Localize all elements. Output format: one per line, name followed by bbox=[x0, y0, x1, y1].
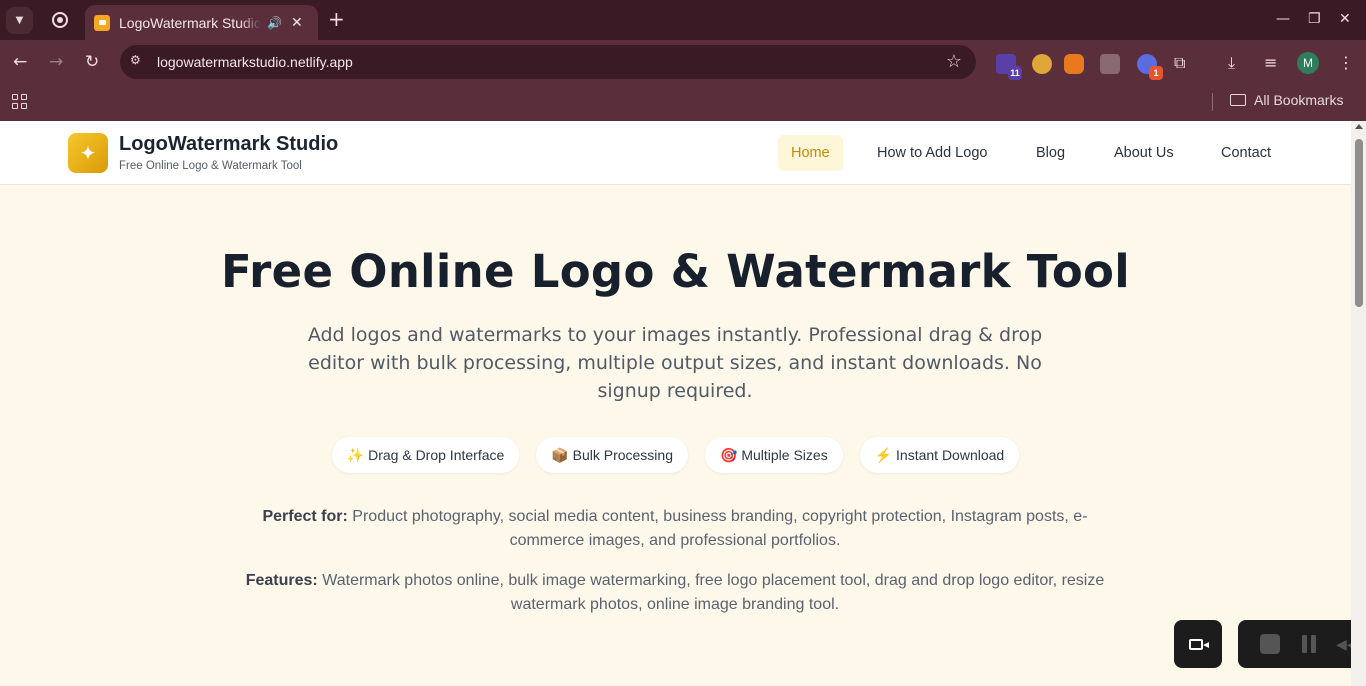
nav-contact[interactable]: Contact bbox=[1208, 135, 1284, 171]
tab-close-icon[interactable]: ✕ bbox=[291, 15, 305, 31]
reload-icon[interactable]: ↻ bbox=[85, 52, 99, 72]
tab-strip: ▼ LogoWatermark Studio 🔊 ✕ + — ❐ ✕ bbox=[0, 0, 1366, 40]
camera-extension-icon[interactable] bbox=[1100, 54, 1120, 74]
hero-title: Free Online Logo & Watermark Tool bbox=[221, 245, 1130, 298]
new-tab-button[interactable]: + bbox=[328, 9, 345, 29]
lightning-icon: ⚡ bbox=[874, 447, 893, 463]
media-controls-icon[interactable]: ≡ bbox=[1264, 53, 1277, 72]
close-window-icon[interactable]: ✕ bbox=[1339, 11, 1351, 27]
back-arrow-icon[interactable]: ← bbox=[13, 52, 27, 72]
features-text: Watermark photos online, bulk image wate… bbox=[317, 572, 1105, 613]
features-label: Features: bbox=[245, 572, 318, 589]
extensions-puzzle-icon[interactable]: ⧉ bbox=[1174, 53, 1185, 73]
site-header: ✦ LogoWatermark Studio Free Online Logo … bbox=[0, 121, 1351, 185]
scroll-up-arrow-icon[interactable] bbox=[1355, 124, 1363, 129]
feature-pill: 🎯 Multiple Sizes bbox=[705, 437, 843, 473]
perfect-for-paragraph: Perfect for: Product photography, social… bbox=[235, 505, 1115, 553]
browser-toolbar: ← → ↻ ⚙ logowatermarkstudio.netlify.app … bbox=[0, 40, 1366, 86]
video-camera-icon bbox=[1188, 638, 1209, 650]
apps-grid-icon[interactable] bbox=[12, 94, 27, 109]
package-icon: 📦 bbox=[551, 447, 569, 463]
tab-search-button[interactable]: ▼ bbox=[6, 7, 33, 34]
page-scrollbar[interactable] bbox=[1351, 121, 1366, 686]
download-icon[interactable]: ⤓ bbox=[1228, 53, 1235, 73]
sparkles-icon: ✨ bbox=[346, 447, 365, 463]
brand-name[interactable]: LogoWatermark Studio bbox=[119, 133, 338, 156]
extension-1-icon[interactable]: 11 bbox=[996, 54, 1022, 80]
feature-pill-label: Drag & Drop Interface bbox=[368, 447, 505, 463]
extension-5-icon[interactable]: 1 bbox=[1137, 54, 1163, 80]
recording-controls: ◀◀ bbox=[1238, 620, 1366, 668]
metamask-fox-icon[interactable] bbox=[1064, 54, 1084, 74]
features-paragraph: Features: Watermark photos online, bulk … bbox=[235, 569, 1115, 617]
camera-record-button[interactable] bbox=[1174, 620, 1222, 668]
tab-audio-icon[interactable]: 🔊 bbox=[267, 16, 283, 30]
nav-home[interactable]: Home bbox=[778, 135, 843, 171]
nav-blog[interactable]: Blog bbox=[1023, 135, 1078, 171]
browser-menu-icon[interactable]: ⋮ bbox=[1338, 53, 1354, 72]
bookmarks-divider bbox=[1212, 93, 1213, 111]
feature-pill: ✨ Drag & Drop Interface bbox=[331, 437, 520, 473]
forward-arrow-icon[interactable]: → bbox=[49, 52, 63, 72]
bookmarks-bar: All Bookmarks bbox=[0, 86, 1366, 121]
extension-2-icon[interactable] bbox=[1032, 54, 1052, 74]
url-text[interactable]: logowatermarkstudio.netlify.app bbox=[157, 54, 353, 70]
sparkle-logo-icon[interactable]: ✦ bbox=[68, 133, 108, 173]
stop-icon[interactable] bbox=[1260, 634, 1280, 654]
page-viewport: ✦ LogoWatermark Studio Free Online Logo … bbox=[0, 121, 1366, 686]
feature-pill: ⚡ Instant Download bbox=[859, 437, 1020, 473]
nav-how-to-add-logo[interactable]: How to Add Logo bbox=[864, 135, 1000, 171]
extension-badge: 11 bbox=[1008, 66, 1022, 80]
brand-tagline: Free Online Logo & Watermark Tool bbox=[119, 160, 302, 172]
pause-icon[interactable] bbox=[1302, 635, 1318, 653]
all-bookmarks-label: All Bookmarks bbox=[1254, 92, 1344, 108]
perfect-for-text: Product photography, social media conten… bbox=[347, 508, 1088, 549]
scroll-thumb[interactable] bbox=[1355, 139, 1363, 307]
nav-about-us[interactable]: About Us bbox=[1101, 135, 1187, 171]
bookmark-star-icon[interactable]: ☆ bbox=[946, 51, 962, 72]
recording-indicator-icon[interactable] bbox=[52, 12, 68, 28]
feature-pills: ✨ Drag & Drop Interface 📦 Bulk Processin… bbox=[0, 437, 1351, 473]
feature-pill-label: Bulk Processing bbox=[572, 447, 673, 463]
minimize-window-icon[interactable]: — bbox=[1276, 11, 1290, 27]
feature-pill: 📦 Bulk Processing bbox=[536, 437, 688, 473]
hero-subtitle: Add logos and watermarks to your images … bbox=[307, 324, 1043, 402]
target-icon: 🎯 bbox=[720, 447, 738, 463]
extension-badge: 1 bbox=[1149, 66, 1163, 80]
tab-title: LogoWatermark Studio bbox=[119, 14, 261, 31]
address-bar[interactable]: ⚙ logowatermarkstudio.netlify.app ☆ bbox=[120, 45, 976, 79]
all-bookmarks-button[interactable]: All Bookmarks bbox=[1230, 92, 1343, 108]
perfect-for-label: Perfect for: bbox=[262, 508, 348, 525]
feature-pill-label: Instant Download bbox=[896, 447, 1005, 463]
profile-avatar[interactable]: M bbox=[1297, 52, 1319, 74]
feature-pill-label: Multiple Sizes bbox=[741, 447, 828, 463]
folder-icon bbox=[1230, 94, 1246, 106]
active-tab[interactable]: LogoWatermark Studio 🔊 ✕ bbox=[85, 5, 318, 40]
site-info-icon[interactable]: ⚙ bbox=[130, 53, 148, 71]
restore-window-icon[interactable]: ❐ bbox=[1308, 11, 1321, 27]
tab-favicon-icon bbox=[94, 14, 110, 31]
